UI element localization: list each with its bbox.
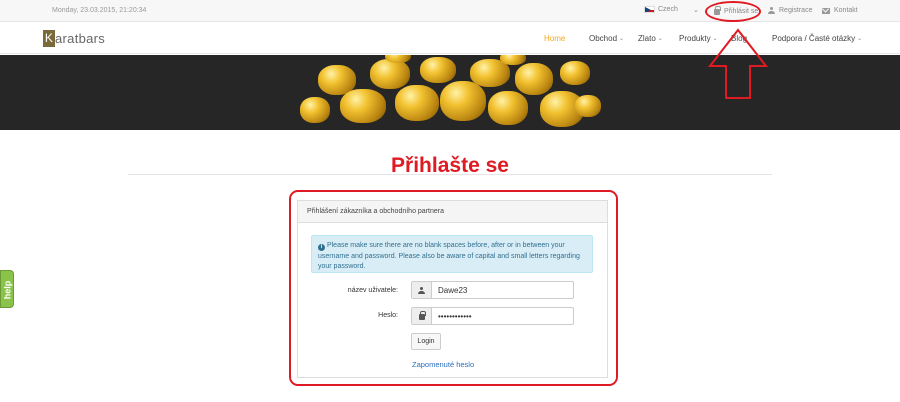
user-icon [418,286,425,294]
login-button[interactable]: Login [411,333,441,350]
top-utility-bar: Monday, 23.03.2015, 21:20:34 Czech ⌄ Při… [0,0,900,22]
register-link[interactable]: Registrace [768,7,812,14]
info-alert: i Please make sure there are no blank sp… [311,235,593,273]
username-input[interactable] [432,282,573,298]
language-label: Czech [658,6,678,13]
czech-flag-icon [644,6,655,13]
nav-item-support[interactable]: Podpora / Časté otázky ⌄ [772,34,862,43]
forgot-password-link[interactable]: Zapomenuté heslo [412,360,474,369]
nav-item-label: Home [544,34,566,43]
info-alert-text: Please make sure there are no blank spac… [318,242,580,270]
chevron-down-icon: ⌄ [857,36,863,42]
chevron-down-icon[interactable]: ⌄ [693,6,699,14]
help-tab[interactable]: help [0,270,14,308]
password-label: Heslo: [378,312,398,319]
nav-item-home[interactable]: Home [544,34,565,43]
panel-heading: Přihlášení zákazníka a obchodního partne… [298,201,607,223]
nav-item-zlato[interactable]: Zlato ⌄ [638,34,663,43]
language-selector[interactable]: Czech [644,6,678,13]
contact-link[interactable]: Kontakt [822,7,858,14]
title-divider [128,174,772,175]
nav-item-label: Zlato [638,34,656,43]
user-icon [768,7,775,14]
username-label: název uživatele: [347,287,398,294]
password-input[interactable] [432,308,573,324]
logo-text: aratbars [55,31,106,46]
logo-mark: K [43,30,55,47]
up-arrow-annotation-icon [707,28,769,99]
nav-item-label: Podpora / Časté otázky [772,34,856,43]
contact-link-label: Kontakt [834,7,858,14]
help-tab-label: help [2,280,13,300]
nav-item-label: Obchod [589,34,618,43]
register-link-label: Registrace [779,7,813,14]
karatbars-logo[interactable]: K aratbars [43,30,105,47]
chevron-down-icon: ⌄ [657,36,663,42]
current-datetime: Monday, 23.03.2015, 21:20:34 [52,7,147,14]
nav-item-obchod[interactable]: Obchod ⌄ [589,34,624,43]
info-icon: i [318,244,325,251]
login-panel: Přihlášení zákazníka a obchodního partne… [297,200,608,378]
password-field [411,307,574,325]
chevron-down-icon: ⌄ [619,36,625,42]
login-highlight-ellipse [705,1,761,22]
envelope-icon [822,7,830,14]
lock-icon [418,311,426,320]
username-field [411,281,574,299]
